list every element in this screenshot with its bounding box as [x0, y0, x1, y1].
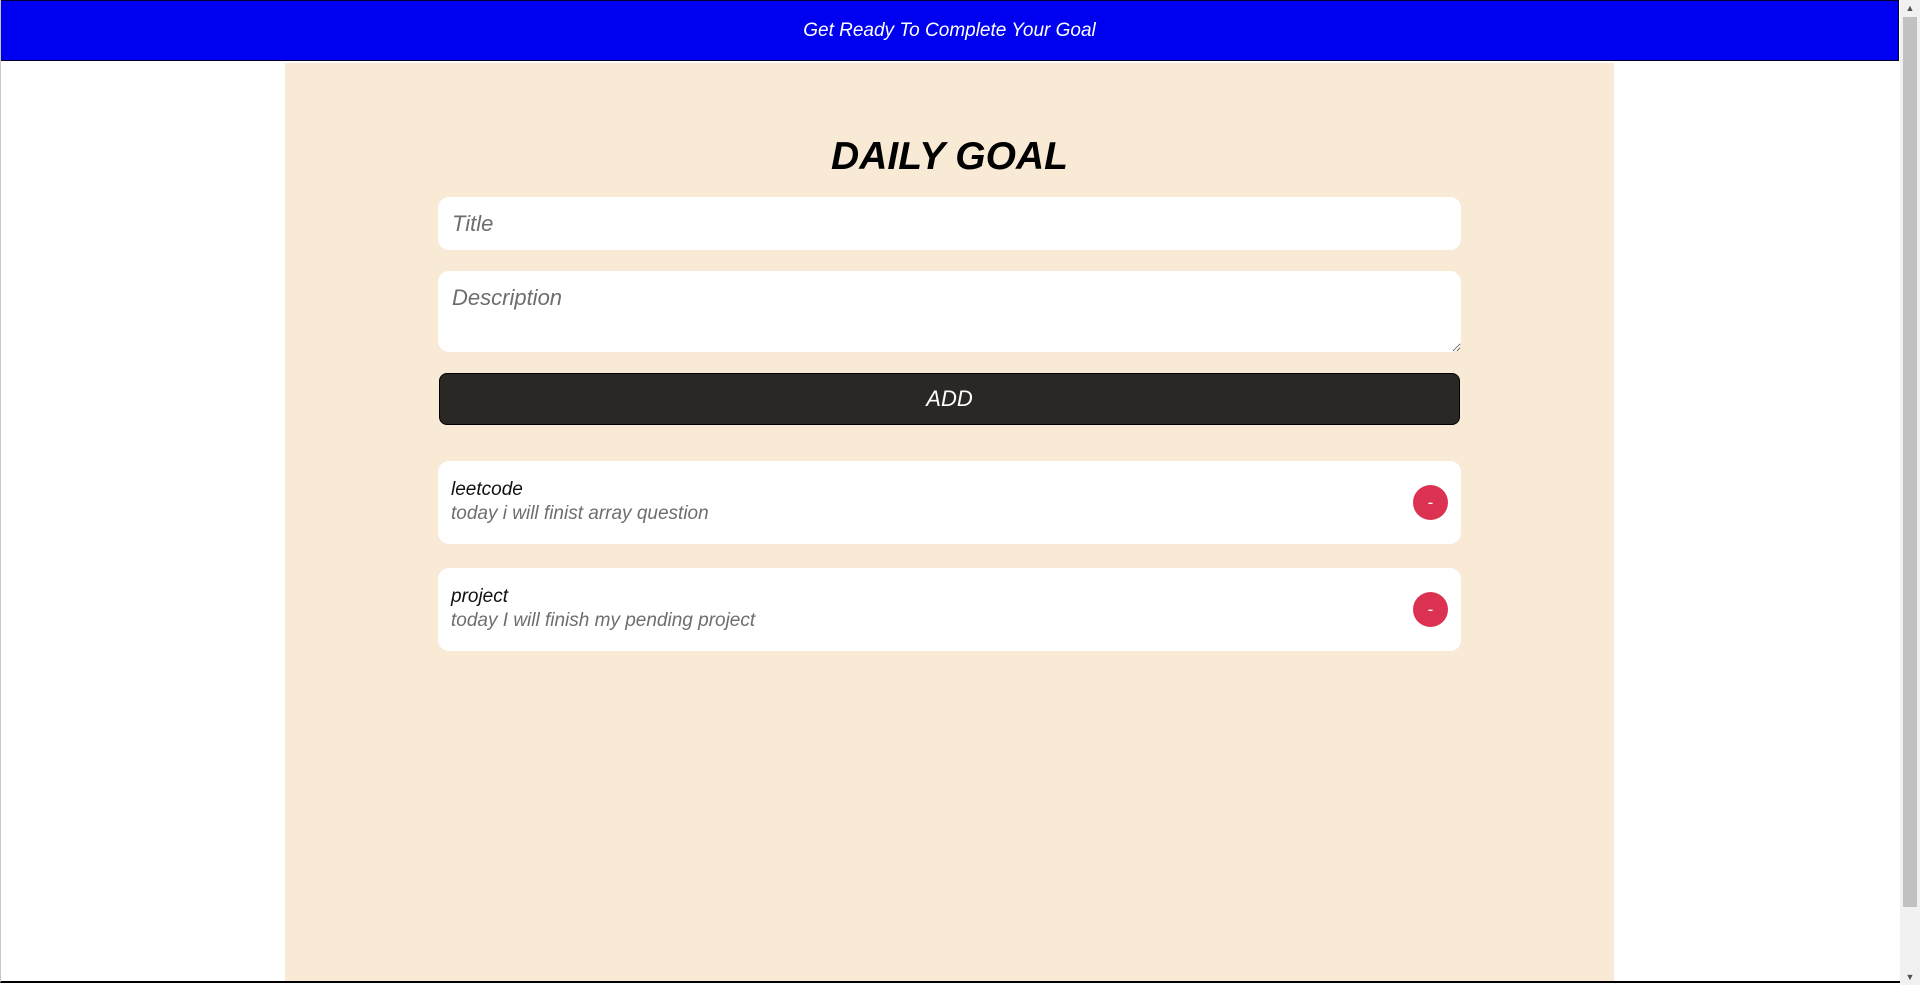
goal-description: today I will finish my pending project [451, 610, 756, 631]
title-input[interactable] [438, 197, 1461, 250]
description-input[interactable] [438, 271, 1461, 352]
triangle-down-icon[interactable]: ▼ [1900, 969, 1920, 985]
header-banner: Get Ready To Complete Your Goal [0, 0, 1899, 61]
goal-description: today i will finist array question [451, 503, 709, 524]
goal-card: leetcode today i will finist array quest… [438, 461, 1461, 544]
triangle-up-icon[interactable]: ▲ [1900, 0, 1920, 16]
remove-goal-button[interactable]: - [1413, 592, 1448, 627]
vertical-scrollbar[interactable]: ▲ ▼ [1900, 0, 1920, 985]
page-title: DAILY GOAL [831, 135, 1068, 178]
goal-title: project [451, 586, 509, 607]
remove-goal-button[interactable]: - [1413, 485, 1448, 520]
scrollbar-thumb[interactable] [1903, 17, 1917, 907]
goal-title: leetcode [451, 479, 523, 500]
banner-text: Get Ready To Complete Your Goal [803, 19, 1096, 41]
goal-card: project today I will finish my pending p… [438, 568, 1461, 651]
add-button[interactable]: ADD [439, 373, 1460, 425]
